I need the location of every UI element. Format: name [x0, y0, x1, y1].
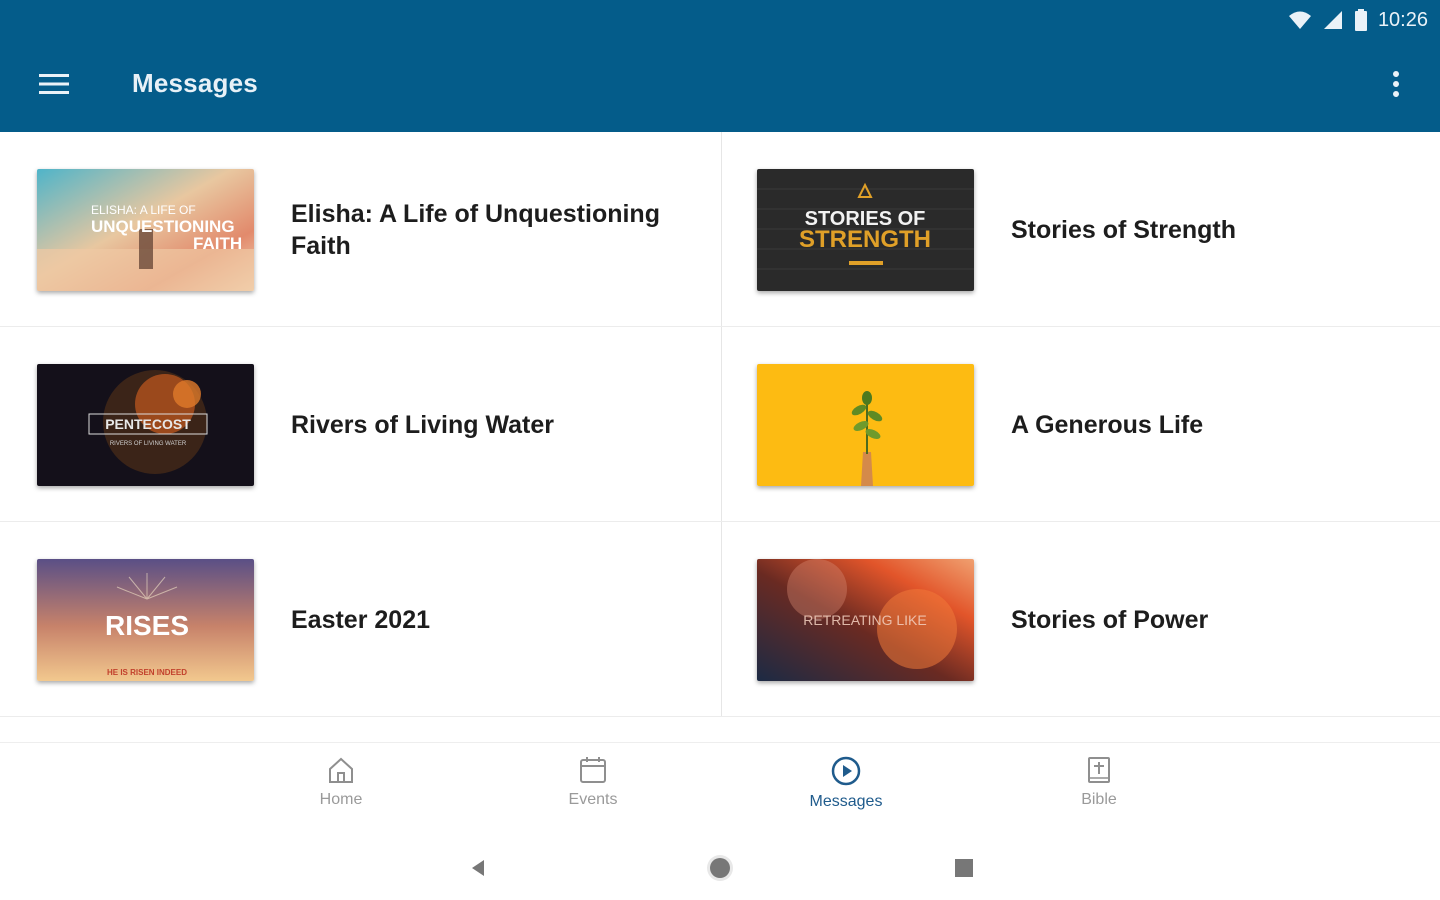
thumb-text-line: FAITH	[193, 234, 242, 253]
thumb-text-line: RISES	[105, 610, 189, 641]
nav-item-events[interactable]: Events	[523, 755, 663, 827]
bottom-navigation: Home Events Messages Bible	[0, 742, 1440, 832]
back-button[interactable]	[458, 848, 498, 888]
nav-item-bible[interactable]: Bible	[1029, 755, 1169, 827]
page-title: Messages	[132, 68, 258, 98]
signal-icon	[1323, 11, 1342, 29]
more-vert-icon	[1393, 71, 1399, 97]
series-title: Stories of Strength	[1011, 215, 1237, 244]
home-icon	[329, 757, 353, 783]
home-circle-icon	[707, 855, 733, 881]
series-thumbnail: ELISHA: A LIFE OF UNQUESTIONING FAITH	[37, 169, 254, 291]
nav-item-messages[interactable]: Messages	[776, 755, 916, 827]
series-thumbnail	[757, 364, 974, 486]
recents-square-icon	[955, 859, 973, 877]
recents-button[interactable]	[944, 848, 984, 888]
hamburger-menu-icon	[39, 74, 69, 94]
row-divider	[0, 716, 1440, 717]
menu-button[interactable]	[30, 64, 78, 104]
column-divider	[721, 132, 722, 717]
series-thumbnail: RETREATING LIKE	[757, 559, 974, 681]
series-card-rivers-of-living-water[interactable]: PENTECOST RIVERS OF LIVING WATER Rivers …	[0, 327, 720, 522]
system-navigation-bar	[0, 832, 1440, 900]
series-title: Rivers of Living Water	[291, 410, 555, 439]
series-thumbnail: RISES HE IS RISEN INDEED	[37, 559, 254, 681]
series-thumbnail: STORIES OF STRENGTH	[757, 169, 974, 291]
series-card-elisha[interactable]: ELISHA: A LIFE OF UNQUESTIONING FAITH El…	[0, 132, 720, 327]
play-circle-icon	[831, 756, 861, 786]
nav-label: Messages	[809, 793, 883, 810]
overflow-menu-button[interactable]	[1376, 64, 1416, 104]
series-title: Easter 2021	[291, 605, 431, 634]
thumb-text-line: HE IS RISEN INDEED	[107, 668, 187, 677]
app-bar: 10:26 Messages	[0, 0, 1440, 132]
series-card-stories-of-power[interactable]: RETREATING LIKE Stories of Power	[720, 522, 1440, 717]
wifi-icon	[1288, 11, 1311, 29]
status-time: 10:26	[1377, 8, 1428, 31]
thumb-text-line: RETREATING LIKE	[803, 612, 926, 628]
back-triangle-icon	[472, 860, 484, 876]
status-bar: 10:26	[1288, 6, 1428, 34]
nav-item-home[interactable]: Home	[271, 755, 411, 827]
thumb-text-line: ELISHA: A LIFE OF	[91, 203, 196, 217]
row-divider	[0, 326, 1440, 327]
home-system-button[interactable]	[700, 848, 740, 888]
battery-icon	[1354, 9, 1367, 31]
series-title: Stories of Power	[1011, 605, 1209, 634]
series-card-a-generous-life[interactable]: A Generous Life	[720, 327, 1440, 522]
series-thumbnail: PENTECOST RIVERS OF LIVING WATER	[37, 364, 254, 486]
series-grid: ELISHA: A LIFE OF UNQUESTIONING FAITH El…	[0, 132, 1440, 717]
thumb-text-line: STRENGTH	[799, 226, 931, 253]
row-divider	[0, 521, 1440, 522]
series-title: Elisha: A Life of Unquestioning Faith	[291, 199, 660, 260]
bible-icon	[1088, 757, 1110, 783]
nav-label: Events	[568, 791, 618, 808]
series-card-easter-2021[interactable]: RISES HE IS RISEN INDEED Easter 2021	[0, 522, 720, 717]
thumb-text-line: RIVERS OF LIVING WATER	[110, 441, 187, 447]
series-title: A Generous Life	[1011, 410, 1204, 439]
series-card-stories-of-strength[interactable]: STORIES OF STRENGTH Stories of Strength	[720, 132, 1440, 327]
thumb-text-line: PENTECOST	[105, 416, 191, 432]
nav-label: Home	[319, 791, 363, 808]
nav-label: Bible	[1081, 791, 1117, 808]
calendar-icon	[580, 757, 606, 783]
